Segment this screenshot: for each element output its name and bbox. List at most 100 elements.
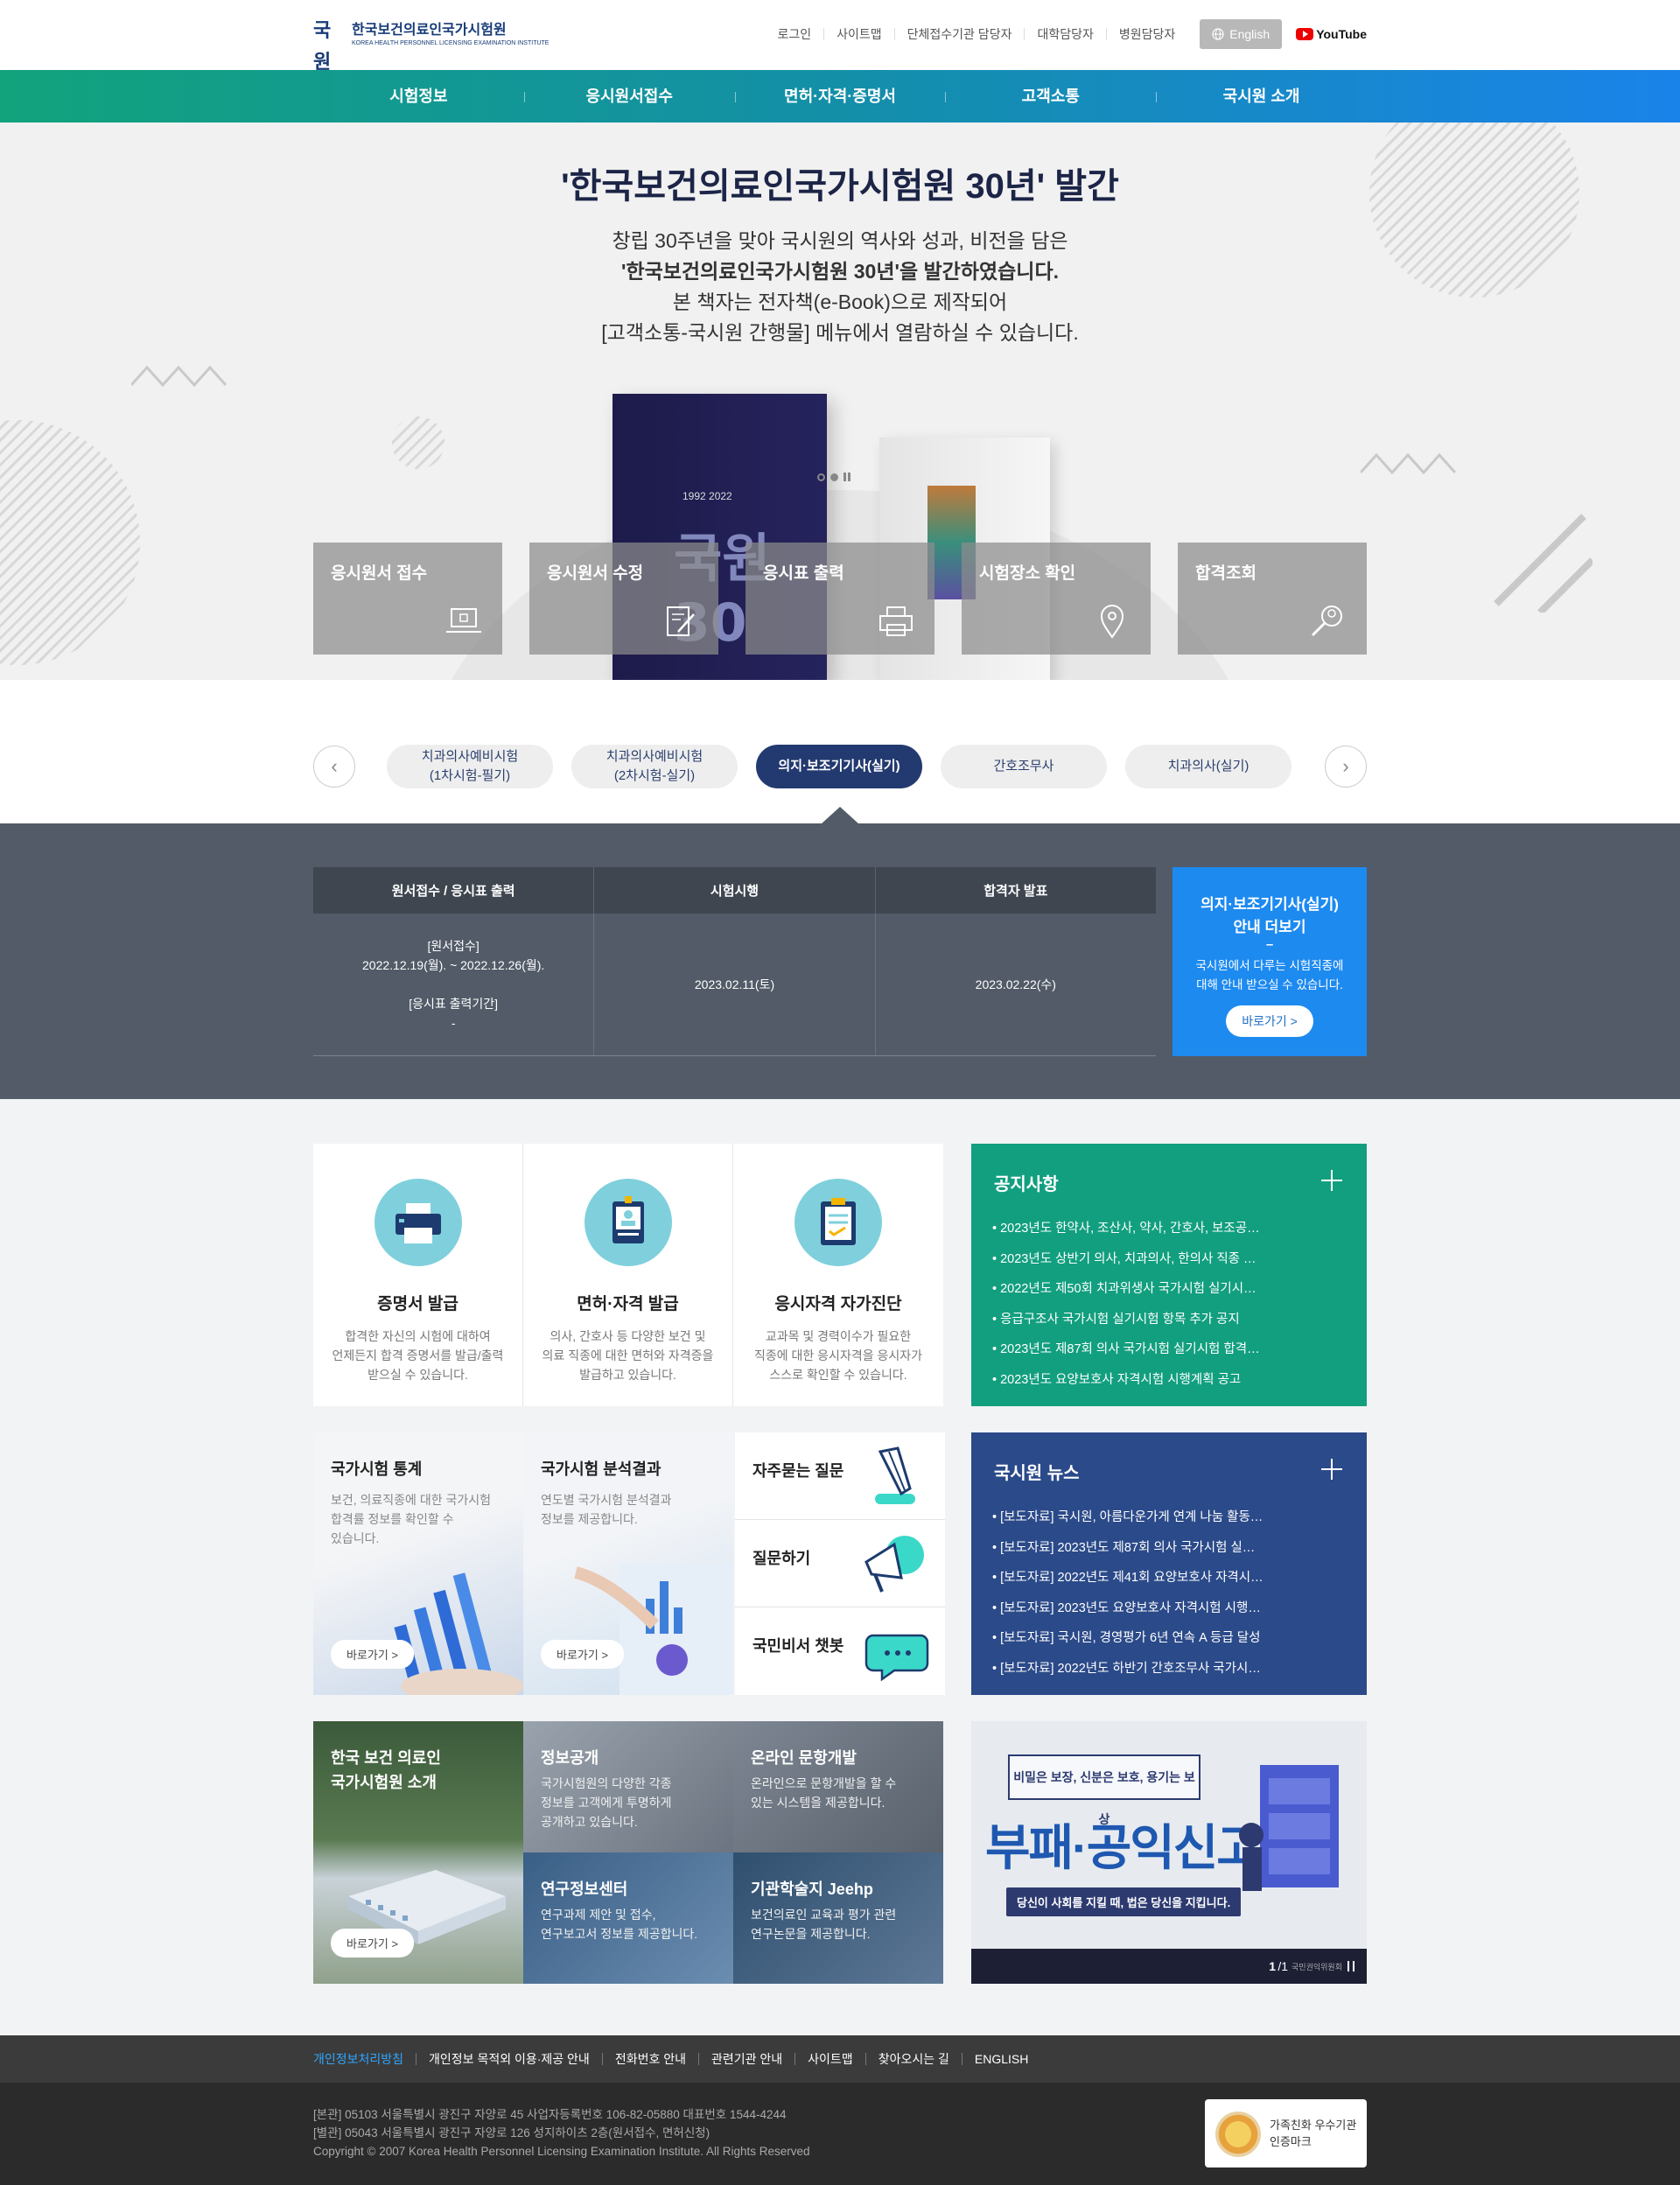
nav-application[interactable]: 응시원서접수 [523, 70, 735, 123]
ask-link[interactable]: 질문하기 [735, 1520, 945, 1607]
quick-result[interactable]: 합격조회 [1178, 543, 1367, 655]
tile-title: 기관학술지 Jeehp [751, 1880, 873, 1898]
family-friendly-cert: 가족친화 우수기관 인증마크 [1205, 2099, 1367, 2167]
notice-item[interactable]: • 2023년도 요양보호사 자격시험 시행계획 공고 [992, 1365, 1264, 1396]
banner-quote: 비밀은 보장, 신분은 보호, 용기는 보상 [1008, 1754, 1200, 1826]
exam-tab[interactable]: 간호조무사 [941, 745, 1107, 788]
chatbot-link[interactable]: 국민비서 챗봇 [735, 1607, 945, 1695]
location-pin-icon [1100, 605, 1124, 639]
research-center-tile[interactable]: 연구정보센터 연구과제 제안 및 접수, 연구보고서 정보를 제공합니다. [523, 1852, 733, 1984]
english-button[interactable]: English [1200, 19, 1283, 49]
footer-address: [본관] 05103 서울특별시 광진구 자양로 45 사업자등록번호 106-… [313, 2108, 810, 2158]
english-label: English [1229, 27, 1270, 41]
service-certificate[interactable]: 증명서 발급 합격한 자신의 시험에 대하여 언제든지 합격 증명서를 발급/출… [313, 1144, 523, 1406]
footer-link[interactable]: 개인정보 목적외 이용·제공 안내 [416, 2053, 602, 2065]
chat-bubble-icon [864, 1634, 929, 1682]
news-item[interactable]: • [보도자료] 2023년도 제87회 의사 국가시험 실기시험 합격자 발표 [992, 1533, 1264, 1564]
guide-go-button[interactable]: 바로가기 > [1226, 1005, 1313, 1037]
footer-links: 개인정보처리방침 개인정보 목적외 이용·제공 안내 전화번호 안내 관련기관 … [0, 2035, 1680, 2083]
exam-tab[interactable]: 치과의사예비시험 (2차시험-실기) [571, 745, 738, 788]
hero-line: [고객소통-국시원 간행물] 메뉴에서 열람하실 수 있습니다. [601, 321, 1079, 344]
service-self-check[interactable]: 응시자격 자가진단 교과목 및 경력이수가 필요한 직종에 대한 응시자격을 응… [733, 1144, 943, 1406]
tile-title: 한국 보건 의료인 국가시험원 소개 [331, 1749, 441, 1791]
printer-icon [879, 606, 913, 636]
qa-label: 질문하기 [752, 1550, 811, 1567]
notice-item[interactable]: • 2023년도 제87회 의사 국가시험 실기시험 합격자 발표 [992, 1334, 1264, 1365]
tile-analysis[interactable]: 국가시험 분석결과 연도별 국가시험 분석결과 정보를 제공합니다. 바로가기 … [523, 1432, 733, 1695]
about-institute-tile[interactable]: 한국 보건 의료인 국가시험원 소개 바로가기 ˃ [313, 1721, 523, 1984]
notice-item[interactable]: • 응급구조사 국가시험 실기시험 항목 추가 공지 [992, 1305, 1264, 1335]
service-title: 증명서 발급 [377, 1295, 458, 1313]
faq-link[interactable]: 자주묻는 질문 [735, 1432, 945, 1520]
exam-tab[interactable]: 치과의사예비시험 (1차시험-필기) [387, 745, 553, 788]
slide-dot[interactable] [817, 473, 825, 481]
university-manager-link[interactable]: 대학담당자 [1024, 28, 1105, 40]
tile-statistics[interactable]: 국가시험 통계 보건, 의료직종에 대한 국가시험 합격률 정보를 확인할 수 … [313, 1432, 523, 1695]
banner-page-current: 1 [1269, 1959, 1276, 1973]
news-item[interactable]: • [보도자료] 국시원, 아름다운가게 연계 나눔 활동 실시 [992, 1502, 1264, 1533]
news-item[interactable]: • [보도자료] 2023년도 요양보호사 자격시험 시행계획 공고 [992, 1593, 1264, 1624]
nav-license[interactable]: 면허·자격·증명서 [734, 70, 946, 123]
nav-about[interactable]: 국시원 소개 [1156, 70, 1367, 123]
qa-label: 국민비서 챗봇 [752, 1637, 844, 1655]
news-item[interactable]: • [보도자료] 2022년도 제41회 요양보호사 자격시험 합격자 발표 [992, 1563, 1264, 1593]
info-disclosure-tile[interactable]: 정보공개 국가시험원의 다양한 각종 정보를 고객에게 투명하게 공개하고 있습… [523, 1721, 733, 1852]
youtube-link[interactable]: YouTube [1296, 27, 1367, 41]
footer-link[interactable]: 찾아오시는 길 [864, 2053, 962, 2065]
tile-go-button[interactable]: 바로가기 ˃ [331, 1929, 415, 1957]
tile-title: 국가시험 분석결과 [541, 1460, 662, 1478]
tile-desc: 보건의료인 교육과 평가 관련 연구논문을 제공합니다. [751, 1908, 897, 1941]
slide-dot-active[interactable] [830, 473, 838, 481]
quick-apply[interactable]: 응시원서 접수 [313, 543, 502, 655]
quick-edit[interactable]: 응시원서 수정 [529, 543, 718, 655]
exam-guide-box: 의지·보조기기사(실기) 안내 더보기 – 국시원에서 다루는 시험직종에 대해… [1172, 867, 1367, 1056]
footer-link[interactable]: ENGLISH [961, 2053, 1040, 2065]
nav-exam-info[interactable]: 시험정보 [313, 70, 524, 123]
hospital-manager-link[interactable]: 병원담당자 [1105, 28, 1187, 40]
tabs-next-button[interactable]: › [1325, 746, 1367, 788]
notice-item[interactable]: • 2023년도 상반기 의사, 치과의사, 한의사 직종 예비시험 공고 [992, 1244, 1264, 1275]
tile-go-button[interactable]: 바로가기 ˃ [541, 1640, 625, 1669]
footer-privacy-link[interactable]: 개인정보처리방침 [313, 2053, 416, 2065]
news-item[interactable]: • [보도자료] 국시원, 경영평가 6년 연속 A 등급 달성 [992, 1623, 1264, 1654]
journal-tile[interactable]: 기관학술지 Jeehp 보건의료인 교육과 평가 관련 연구논문을 제공합니다. [733, 1852, 943, 1984]
notice-item[interactable]: • 2022년도 제50회 치과위생사 국가시험 실기시험 안내 [992, 1274, 1264, 1305]
guide-title: 의지·보조기기사(실기) 안내 더보기 [1200, 896, 1339, 935]
group-manager-link[interactable]: 단체접수기관 담당자 [893, 28, 1025, 40]
chart-hand-image [394, 1572, 523, 1695]
notice-item[interactable]: • 2023년도 한약사, 조산사, 약사, 간호사, 보조공학사 국가시험 시… [992, 1214, 1264, 1244]
tile-desc: 보건, 의료직종에 대한 국가시험 합격률 정보를 확인할 수 있습니다. [331, 1493, 491, 1545]
report-hand-image [574, 1564, 733, 1695]
sitemap-link[interactable]: 사이트맵 [823, 28, 894, 40]
news-item[interactable]: • [보도자료] 2022년도 하반기 간호조무사 국가시험 합격자 발표 [992, 1654, 1264, 1684]
exam-tab-active[interactable]: 의지·보조기기사(실기) [756, 745, 922, 788]
notice-board: 공지사항 • 2023년도 한약사, 조산사, 약사, 간호사, 보조공학사 국… [971, 1144, 1367, 1406]
footer-link[interactable]: 전화번호 안내 [601, 2053, 698, 2065]
tile-desc: 연구과제 제안 및 접수, 연구보고서 정보를 제공합니다. [541, 1908, 698, 1941]
notice-more-plus-icon[interactable] [1321, 1170, 1342, 1191]
report-banner[interactable]: 비밀은 보장, 신분은 보호, 용기는 보상 부패·공익신고 당신이 사회를 지… [971, 1721, 1367, 1984]
tabs-prev-button[interactable]: ‹ [313, 746, 355, 788]
decor-zigzag [131, 365, 228, 388]
banner-pause-icon[interactable] [1348, 1961, 1354, 1971]
login-link[interactable]: 로그인 [765, 28, 823, 40]
quick-label: 시험장소 확인 [979, 564, 1076, 583]
hero-line: '한국보건의료인국가시험원 30년'을 발간하였습니다. [620, 260, 1060, 283]
footer-link[interactable]: 사이트맵 [794, 2053, 865, 2065]
pause-icon[interactable] [844, 473, 850, 481]
news-more-plus-icon[interactable] [1321, 1459, 1342, 1480]
online-item-tile[interactable]: 온라인 문항개발 온라인으로 문항개발을 할 수 있는 시스템을 제공합니다. [733, 1721, 943, 1852]
service-desc: 교과목 및 경력이수가 필요한 직종에 대한 응시자격을 응시자가 스스로 확인… [754, 1329, 922, 1382]
service-license[interactable]: 면허·자격 발급 의사, 간호사 등 다양한 보건 및 의료 직종에 대한 면허… [523, 1144, 733, 1406]
pen-icon [875, 1446, 915, 1504]
tab-pointer [821, 807, 859, 824]
quick-venue[interactable]: 시험장소 확인 [962, 543, 1151, 655]
quick-print[interactable]: 응시표 출력 [746, 543, 934, 655]
footer-link[interactable]: 관련기관 안내 [698, 2053, 794, 2065]
nav-customer[interactable]: 고객소통 [945, 70, 1156, 123]
tile-go-button[interactable]: 바로가기 ˃ [331, 1640, 415, 1669]
exam-tab[interactable]: 치과의사(실기) [1125, 745, 1292, 788]
logo[interactable]: 국원 한국보건의료인국가시험원 KOREA HEALTH PERSONNEL L… [313, 16, 549, 74]
quick-label: 응시표 출력 [763, 564, 844, 583]
logo-title: 한국보건의료인국가시험원 [352, 22, 507, 38]
